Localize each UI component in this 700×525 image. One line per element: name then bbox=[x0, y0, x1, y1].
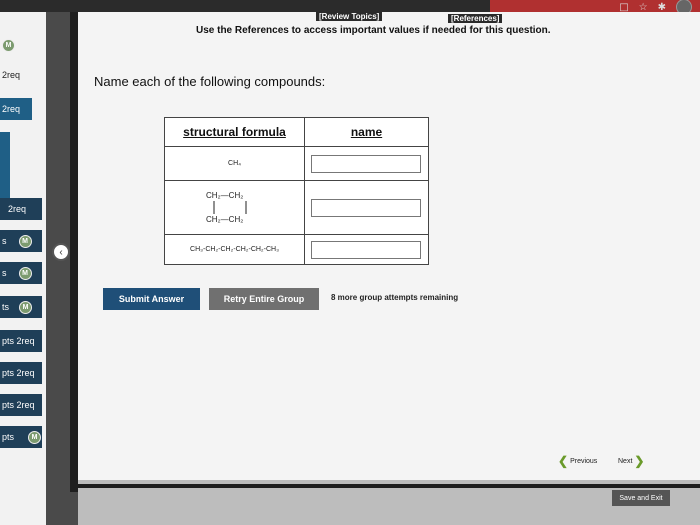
structural-formula-hexane: CH₃-CH₂-CH₂-CH₂-CH₂-CH₃ bbox=[164, 234, 305, 265]
question-panel: [Review Topics] [References] Use the Ref… bbox=[78, 12, 700, 492]
compound-name-input-3[interactable] bbox=[311, 241, 421, 259]
mastery-badge-icon: M bbox=[2, 38, 15, 52]
ring-top-line: CH₂—CH₂ bbox=[206, 191, 243, 200]
sidebar-item-label: pts bbox=[2, 432, 15, 442]
structural-formula-ring: CH₂—CH₂ CH₂—CH₂ bbox=[164, 180, 305, 235]
submit-answer-button[interactable]: Submit Answer bbox=[103, 288, 200, 310]
sidebar-item-2[interactable]: 2req bbox=[0, 64, 40, 86]
bottom-divider bbox=[78, 484, 700, 488]
question-prompt: Name each of the following compounds: bbox=[94, 74, 326, 89]
sidebar-divider bbox=[70, 12, 78, 492]
collapse-sidebar-button[interactable]: ‹ bbox=[52, 243, 70, 261]
sidebar-item-8[interactable]: pts 2req bbox=[0, 330, 42, 352]
sidebar-item-6[interactable]: s M bbox=[0, 262, 42, 284]
sidebar-item-7[interactable]: ts M bbox=[0, 296, 42, 318]
sidebar-item-label: pts 2req bbox=[2, 336, 35, 346]
retry-group-button[interactable]: Retry Entire Group bbox=[209, 288, 319, 310]
extension-icon[interactable]: □ bbox=[619, 2, 628, 13]
references-link[interactable]: [References] bbox=[448, 14, 503, 23]
chevron-left-icon: ❮ bbox=[558, 454, 569, 468]
compounds-table: structural formula name CH₄ CH₂—CH₂ CH₂—… bbox=[164, 117, 429, 265]
attempts-remaining-text: 8 more group attempts remaining bbox=[331, 293, 459, 302]
sidebar-item-label: s bbox=[2, 268, 7, 278]
puzzle-icon[interactable]: ✱ bbox=[658, 2, 666, 13]
sidebar-item-label: pts 2req bbox=[2, 400, 35, 410]
column-header-formula: structural formula bbox=[164, 117, 305, 147]
sidebar-selected-indicator bbox=[0, 132, 10, 202]
previous-button[interactable]: ❮ Previous bbox=[558, 454, 597, 468]
ring-bottom-line: CH₂—CH₂ bbox=[206, 215, 243, 224]
bottom-bar bbox=[78, 480, 700, 525]
sidebar-item-11[interactable]: pts M bbox=[0, 426, 42, 448]
sidebar-item-10[interactable]: pts 2req bbox=[0, 394, 42, 416]
sidebar-item-label: ts bbox=[2, 302, 10, 312]
sidebar-item-label: pts 2req bbox=[2, 368, 35, 378]
mastery-badge-icon: M bbox=[18, 266, 32, 280]
compound-name-input-1[interactable] bbox=[311, 155, 421, 173]
browser-top-bar bbox=[0, 0, 700, 12]
sidebar-item-label: 2req bbox=[8, 204, 27, 214]
references-instruction: Use the References to access important v… bbox=[196, 25, 551, 36]
mastery-badge-icon: M bbox=[18, 234, 32, 248]
previous-label: Previous bbox=[570, 457, 598, 465]
mastery-badge-icon: M bbox=[28, 430, 42, 444]
sidebar-item-label: 2req bbox=[2, 104, 21, 114]
save-and-exit-button[interactable]: Save and Exit bbox=[612, 490, 670, 506]
reference-links: [Review Topics] [References] bbox=[78, 12, 700, 24]
sidebar-item-1[interactable]: M bbox=[0, 34, 15, 56]
mastery-badge-icon: M bbox=[19, 300, 33, 314]
table-row: CH₃-CH₂-CH₂-CH₂-CH₂-CH₃ bbox=[164, 234, 429, 265]
chevron-right-icon: ❯ bbox=[634, 454, 645, 468]
next-label: Next bbox=[618, 457, 633, 465]
column-header-name: name bbox=[304, 117, 429, 147]
table-row: CH₂—CH₂ CH₂—CH₂ bbox=[164, 180, 429, 235]
next-button[interactable]: Next ❯ bbox=[618, 454, 644, 468]
question-list-sidebar: M 2req 2req 2req s M s M ts M pts 2req p… bbox=[0, 12, 46, 525]
sidebar-item-label: 2req bbox=[2, 70, 21, 80]
review-topics-link[interactable]: [Review Topics] bbox=[316, 12, 383, 21]
structural-formula-methane: CH₄ bbox=[164, 146, 305, 181]
sidebar-item-3[interactable]: 2req bbox=[0, 98, 32, 120]
sidebar-item-label: s bbox=[2, 236, 7, 246]
table-row: CH₄ bbox=[164, 146, 429, 181]
compound-name-input-2[interactable] bbox=[311, 199, 421, 217]
sidebar-item-5[interactable]: s M bbox=[0, 230, 42, 252]
chevron-left-icon: ‹ bbox=[59, 246, 63, 258]
sidebar-item-4[interactable]: 2req bbox=[0, 198, 42, 220]
star-icon[interactable]: ☆ bbox=[639, 2, 648, 13]
cyclobutane-structure: CH₂—CH₂ CH₂—CH₂ bbox=[206, 191, 246, 224]
sidebar-item-9[interactable]: pts 2req bbox=[0, 362, 42, 384]
